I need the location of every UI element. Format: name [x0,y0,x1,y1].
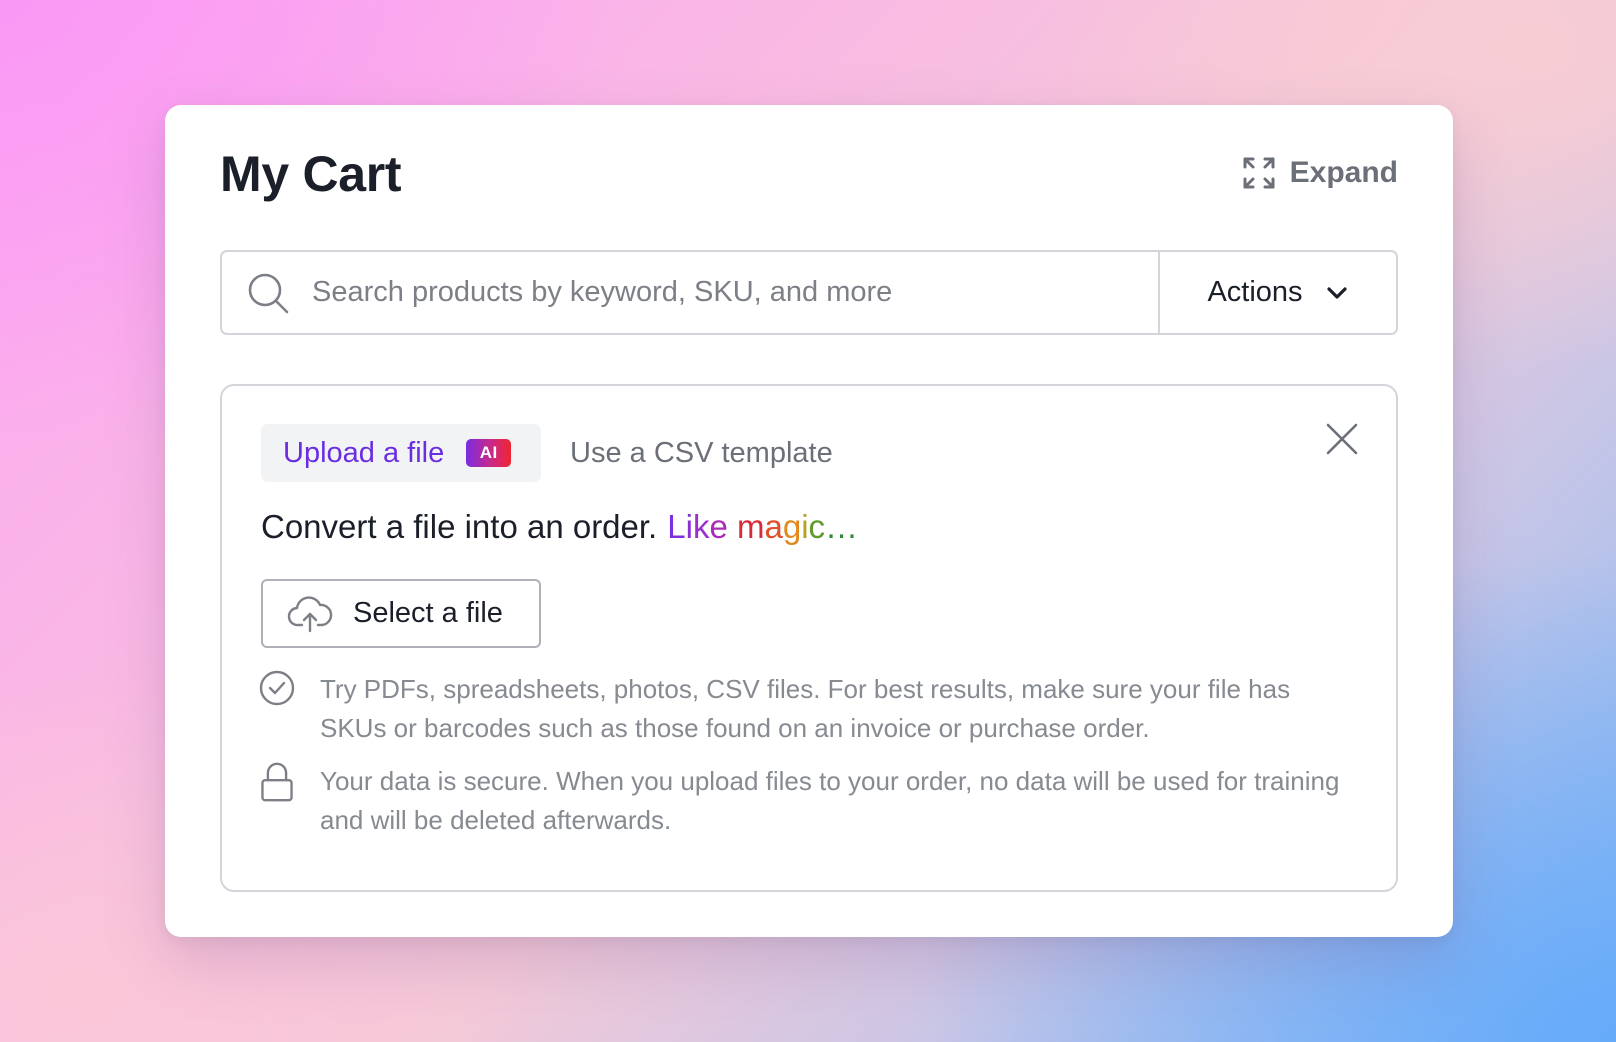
headline-magic-text: Like magic… [667,508,858,545]
expand-button[interactable]: Expand [1242,153,1398,193]
select-file-button[interactable]: Select a file [261,579,541,648]
upload-panel: Upload a file AI Use a CSV template Conv… [220,384,1398,892]
magic-char: L [667,508,686,545]
headline: Convert a file into an order. Like magic… [261,508,858,546]
info-file-types: Try PDFs, spreadsheets, photos, CSV file… [258,670,1358,748]
magic-char: m [736,508,765,545]
magic-char: c [808,508,826,545]
magic-char: e [709,508,728,545]
search-input[interactable] [312,252,1158,333]
chevron-down-icon [1326,286,1347,299]
info-data-secure: Your data is secure. When you upload fil… [258,762,1358,840]
tab-upload-file[interactable]: Upload a file AI [261,424,541,482]
magic-char: k [692,508,710,545]
search-icon [248,273,289,313]
page-title: My Cart [220,146,402,202]
cart-card: My Cart Expand Actions Upload a file AI [165,105,1453,937]
tab-upload-file-label: Upload a file [283,436,445,469]
magic-char: i [801,508,809,545]
cloud-upload-icon [287,595,333,632]
magic-char: … [825,508,859,545]
info-data-secure-text: Your data is secure. When you upload fil… [320,766,1340,835]
headline-text: Convert a file into an order. [261,508,658,545]
actions-dropdown[interactable]: Actions [1158,252,1396,333]
magic-char: i [685,508,693,545]
magic-char [728,508,737,545]
search-bar: Actions [220,250,1398,335]
expand-label: Expand [1289,156,1398,189]
tab-csv-template[interactable]: Use a CSV template [570,424,833,482]
ai-badge: AI [466,439,512,467]
search-box [222,252,1158,333]
magic-char: g [782,508,802,545]
expand-icon [1243,157,1275,189]
lock-icon [261,762,293,802]
close-icon[interactable] [1322,419,1362,459]
magic-char: a [764,508,783,545]
select-file-label: Select a file [353,597,503,629]
info-file-types-text: Try PDFs, spreadsheets, photos, CSV file… [320,674,1291,743]
check-circle-icon [259,670,295,706]
actions-label: Actions [1207,276,1303,308]
